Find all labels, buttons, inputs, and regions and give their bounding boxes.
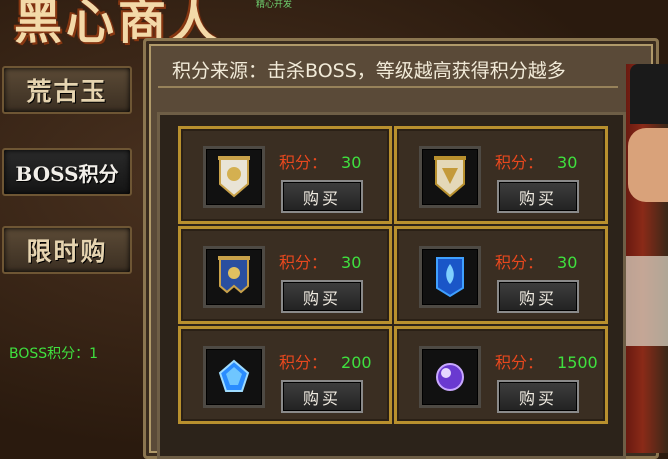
sidebar-item-limited-sale[interactable]: 限时购 <box>2 226 132 274</box>
item-score: 积分： 1500 <box>495 353 598 372</box>
merchant-face <box>628 128 668 202</box>
shop-item: 积分： 1500 购买 <box>394 326 608 424</box>
sidebar: 荒古玉 BOSS积分 限时购 <box>0 60 140 453</box>
item-slot[interactable] <box>203 346 265 408</box>
shop-item: 积分： 30 购买 <box>178 126 392 224</box>
merchant-hat <box>630 64 668 124</box>
buy-button[interactable]: 购买 <box>497 380 579 413</box>
shop-item: 积分： 30 购买 <box>394 126 608 224</box>
buy-button[interactable]: 购买 <box>497 180 579 213</box>
item-score: 积分： 200 <box>279 353 372 372</box>
item-slot[interactable] <box>419 246 481 308</box>
shop-item: 积分： 30 购买 <box>394 226 608 324</box>
white-banner-icon <box>218 156 250 198</box>
purple-orb-icon <box>436 363 464 391</box>
item-score: 积分： 30 <box>279 253 362 272</box>
sidebar-item-huangguyu[interactable]: 荒古玉 <box>2 66 132 114</box>
buy-button[interactable]: 购买 <box>281 280 363 313</box>
item-slot[interactable] <box>419 146 481 208</box>
buy-button[interactable]: 购买 <box>497 280 579 313</box>
item-slot[interactable] <box>203 246 265 308</box>
points-source-text: 积分来源：击杀BOSS，等级越高获得积分越多 <box>172 60 566 82</box>
merchant-collar <box>626 256 668 346</box>
gold-banner-icon <box>434 156 466 198</box>
shop-item: 积分： 200 购买 <box>178 326 392 424</box>
blue-dragon-banner-icon <box>218 256 250 294</box>
buy-button[interactable]: 购买 <box>281 380 363 413</box>
item-slot[interactable] <box>419 346 481 408</box>
item-slot[interactable] <box>203 146 265 208</box>
item-score: 积分： 30 <box>495 253 578 272</box>
blue-flame-banner-icon <box>436 257 464 298</box>
item-score: 积分： 30 <box>495 153 578 172</box>
item-score: 积分： 30 <box>279 153 362 172</box>
buy-button[interactable]: 购买 <box>281 180 363 213</box>
sidebar-item-boss-points[interactable]: BOSS积分 <box>2 148 132 196</box>
shop-item: 积分： 30 购买 <box>178 226 392 324</box>
window-subtitle: 精心开发 <box>256 0 293 10</box>
panel-divider <box>158 86 618 102</box>
blue-gem-icon <box>218 359 250 392</box>
boss-points-balance: BOSS积分：1 <box>9 346 99 362</box>
